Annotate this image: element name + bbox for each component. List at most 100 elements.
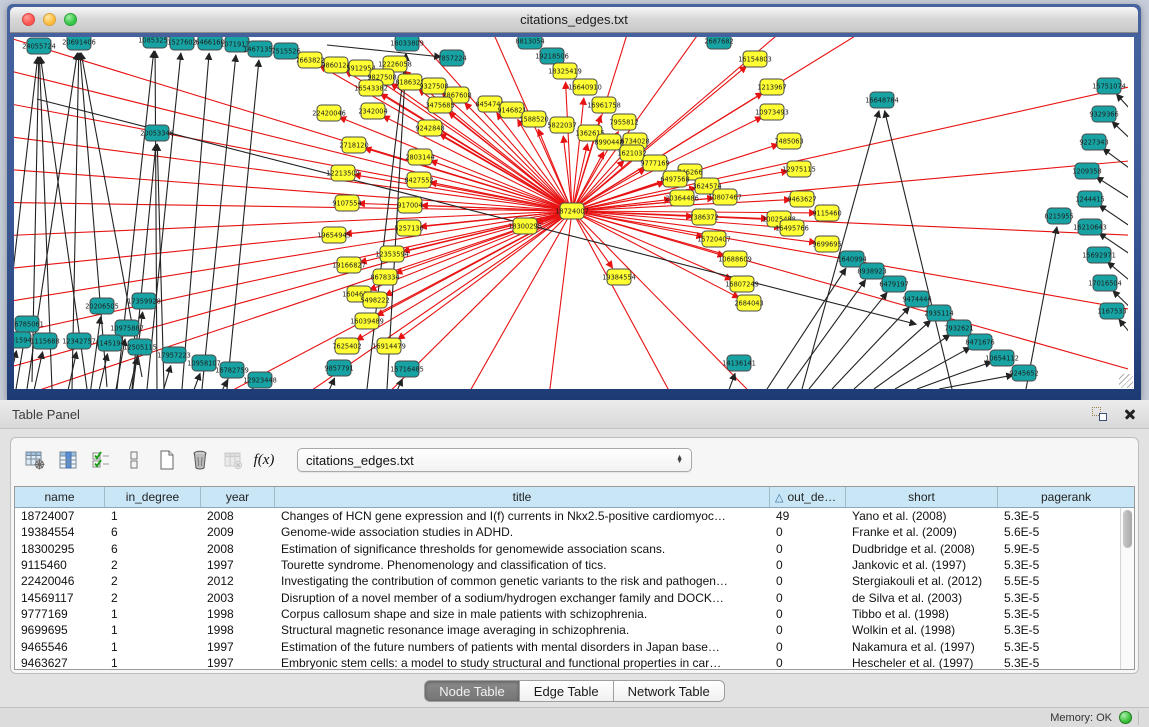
graph-node[interactable]: 1213967 bbox=[757, 79, 786, 95]
graph-node[interactable]: 20364486 bbox=[665, 190, 699, 206]
graph-node[interactable]: 12923448 bbox=[243, 372, 277, 388]
table-row[interactable]: 911546021997Tourette syndrome. Phenomeno… bbox=[15, 557, 1120, 573]
graph-node[interactable]: 1167533 bbox=[1097, 303, 1126, 319]
table-row[interactable]: 946554611997Estimation of the future num… bbox=[15, 638, 1120, 654]
graph-node[interactable]: 9699695 bbox=[812, 236, 841, 252]
graph-node[interactable]: 9777169 bbox=[640, 155, 669, 171]
graph-node[interactable]: 12505115 bbox=[123, 339, 157, 355]
graph-node[interactable]: 10807467 bbox=[708, 189, 742, 205]
graph-node[interactable]: 917004 bbox=[397, 197, 422, 213]
graph-node[interactable]: 8215955 bbox=[1044, 208, 1073, 224]
graph-node[interactable]: 2687682 bbox=[704, 37, 733, 49]
graph-node[interactable]: 18325419 bbox=[548, 63, 582, 79]
graph-node[interactable]: 9463627 bbox=[787, 191, 816, 207]
graph-node[interactable]: 1115688 bbox=[30, 333, 59, 349]
graph-node[interactable]: 24055724 bbox=[22, 38, 56, 54]
table-row[interactable]: 969969511998Structural magnetic resonanc… bbox=[15, 622, 1120, 638]
graph-node[interactable]: 9474444 bbox=[902, 291, 931, 307]
graph-node[interactable]: 7485063 bbox=[774, 133, 803, 149]
graph-node[interactable]: 16210643 bbox=[1073, 219, 1107, 235]
graph-node[interactable]: 8990448 bbox=[594, 134, 623, 150]
column-header-in_degree[interactable]: in_degree bbox=[105, 487, 201, 507]
graph-node[interactable]: 16914479 bbox=[372, 338, 406, 354]
tab-network-table[interactable]: Network Table bbox=[614, 680, 725, 702]
graph-node[interactable]: 10654112 bbox=[985, 350, 1019, 366]
graph-node[interactable]: 9242848 bbox=[415, 120, 444, 136]
graph-node[interactable]: 12975115 bbox=[782, 161, 816, 177]
graph-node[interactable]: 7932621 bbox=[944, 320, 973, 336]
graph-node[interactable]: 16961758 bbox=[587, 97, 621, 113]
graph-node[interactable]: 15720407 bbox=[697, 231, 731, 247]
column-header-out_degree[interactable]: △out_de… bbox=[770, 487, 846, 507]
table-row[interactable]: 946362711997Embryonic stem cells: a mode… bbox=[15, 655, 1120, 670]
graph-node[interactable]: 12213509 bbox=[326, 165, 360, 181]
graph-node[interactable]: 6497568 bbox=[660, 171, 689, 187]
column-header-title[interactable]: title bbox=[275, 487, 770, 507]
graph-node[interactable]: 2718120 bbox=[339, 137, 368, 153]
graph-node[interactable]: 8938923 bbox=[857, 263, 886, 279]
graph-node[interactable]: 12353594 bbox=[375, 246, 409, 262]
table-row[interactable]: 1938455462009Genome-wide association stu… bbox=[15, 524, 1120, 540]
graph-node[interactable]: 391594 bbox=[14, 332, 32, 348]
table-row[interactable]: 1872400712008Changes of HCN gene express… bbox=[15, 508, 1120, 524]
graph-node[interactable]: 7625402 bbox=[332, 338, 361, 354]
function-builder-icon[interactable]: f(x) bbox=[252, 446, 280, 474]
graph-node[interactable]: 10975887 bbox=[110, 320, 144, 336]
graph-node[interactable]: 2803144 bbox=[405, 149, 434, 165]
graph-node[interactable]: 16039489 bbox=[350, 313, 384, 329]
graph-node[interactable]: 19166827 bbox=[332, 257, 366, 273]
graph-node[interactable]: 10688609 bbox=[718, 251, 752, 267]
graph-node[interactable]: 20691406 bbox=[62, 37, 96, 50]
graph-node[interactable]: 12342757 bbox=[62, 333, 96, 349]
column-header-year[interactable]: year bbox=[201, 487, 275, 507]
graph-node[interactable]: 8471676 bbox=[965, 334, 994, 350]
graph-node[interactable]: 16033809 bbox=[390, 37, 424, 51]
citation-network-graph[interactable]: 2405572420691406108532571527602646616010… bbox=[14, 37, 1128, 389]
graph-node[interactable]: 6479197 bbox=[879, 276, 908, 292]
graph-node[interactable]: 16785061 bbox=[14, 316, 44, 332]
scrollbar-thumb[interactable] bbox=[1123, 510, 1132, 548]
table-row[interactable]: 2242004622012Investigating the contribut… bbox=[15, 573, 1120, 589]
graph-node[interactable]: 1527602 bbox=[167, 37, 196, 50]
graph-node[interactable]: 16495766 bbox=[775, 220, 809, 236]
graph-node[interactable]: 15751074 bbox=[1092, 78, 1126, 94]
graph-node[interactable]: 22420046 bbox=[312, 105, 346, 121]
graph-node[interactable]: 2935114 bbox=[924, 305, 953, 321]
graph-node[interactable]: 10973493 bbox=[755, 104, 789, 120]
graph-node[interactable]: 1244415 bbox=[1075, 191, 1104, 207]
graph-node[interactable]: 5257130 bbox=[394, 220, 423, 236]
graph-node[interactable]: 2684043 bbox=[734, 295, 763, 311]
window-resize-grip[interactable] bbox=[1119, 374, 1133, 388]
graph-node[interactable]: 2342004 bbox=[358, 103, 387, 119]
graph-node[interactable]: 15716485 bbox=[390, 361, 424, 377]
graph-node[interactable]: 16154803 bbox=[738, 51, 772, 67]
table-row[interactable]: 977716911998Corpus callosum shape and si… bbox=[15, 606, 1120, 622]
table-vertical-scrollbar[interactable] bbox=[1120, 508, 1134, 669]
graph-node[interactable]: 14136141 bbox=[722, 355, 756, 371]
graph-node[interactable]: 16807249 bbox=[725, 276, 759, 292]
graph-node[interactable]: 7955812 bbox=[609, 114, 638, 130]
graph-node[interactable]: 1588520 bbox=[519, 111, 548, 127]
graph-node[interactable]: 7386372 bbox=[689, 209, 718, 225]
graph-node[interactable]: 9245652 bbox=[1009, 365, 1038, 381]
graph-node[interactable]: 19218506 bbox=[535, 48, 569, 64]
tab-node-table[interactable]: Node Table bbox=[424, 680, 520, 702]
network-canvas[interactable]: 2405572420691406108532571527602646616010… bbox=[14, 37, 1134, 389]
table-mode-icon[interactable] bbox=[21, 446, 49, 474]
table-row[interactable]: 1456911722003Disruption of a novel membe… bbox=[15, 589, 1120, 605]
graph-node[interactable]: 17957223 bbox=[157, 347, 191, 363]
graph-node[interactable]: 9115460 bbox=[812, 205, 841, 221]
graph-node[interactable]: 16648784 bbox=[865, 92, 899, 108]
table-row[interactable]: 1830029562008Estimation of significance … bbox=[15, 541, 1120, 557]
graph-node[interactable]: 17359928 bbox=[127, 293, 161, 309]
graph-node[interactable]: 17016504 bbox=[1088, 275, 1122, 291]
table-selector-dropdown[interactable]: citations_edges.txt ▲▼ bbox=[297, 448, 692, 472]
graph-node[interactable]: 9107554 bbox=[332, 195, 361, 211]
graph-node[interactable]: 8813054 bbox=[515, 37, 544, 49]
new-column-icon[interactable] bbox=[153, 446, 181, 474]
graph-node[interactable]: 9227343 bbox=[1079, 134, 1108, 150]
column-header-name[interactable]: name bbox=[15, 487, 105, 507]
graph-node[interactable]: 5822037 bbox=[547, 117, 576, 133]
graph-node[interactable]: 16640910 bbox=[568, 79, 602, 95]
column-header-pagerank[interactable]: pagerank bbox=[998, 487, 1134, 507]
